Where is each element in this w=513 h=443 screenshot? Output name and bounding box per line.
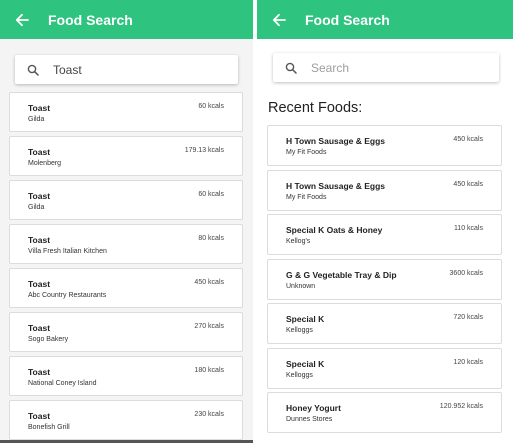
app-title: Food Search [305, 11, 390, 28]
food-source: Bonefish Grill [28, 424, 70, 431]
results-list: Toast Gilda 60 kcals Toast Molenberg 179… [9, 92, 243, 443]
arrow-left-icon[interactable] [271, 12, 287, 28]
food-source: Gilda [28, 116, 45, 123]
food-name: Toast [28, 279, 51, 289]
food-kcal: 179.13 kcals [184, 147, 224, 154]
food-source: Kellog's [286, 238, 311, 245]
food-name: G & G Vegetable Tray & Dip [286, 269, 397, 280]
search-box[interactable] [15, 55, 238, 84]
food-name: H Town Sausage & Eggs [286, 136, 386, 146]
result-item[interactable]: Toast Villa Fresh Italian Kitchen 80 kca… [9, 224, 243, 264]
food-name: Toast [28, 103, 51, 113]
recent-item[interactable]: H Town Sausage & Eggs My Fit Foods 450 k… [267, 125, 502, 166]
food-source: My Fit Foods [286, 149, 327, 156]
recent-item[interactable]: H Town Sausage & Eggs My Fit Foods 450 k… [267, 169, 502, 211]
food-kcal: 720 kcals [453, 314, 483, 321]
recent-foods-list: H Town Sausage & Eggs My Fit Foods 450 k… [267, 125, 502, 437]
food-source: Molenberg [28, 160, 62, 167]
food-kcal: 180 kcals [194, 367, 224, 374]
food-name: Special K Oats & Honey [286, 225, 383, 235]
food-source: Kelloggs [286, 327, 313, 334]
recent-item[interactable]: Special K Kelloggs 120 kcals [267, 347, 502, 389]
food-name: Special K [286, 358, 325, 369]
food-name: Toast [28, 235, 51, 245]
food-source: Villa Fresh Italian Kitchen [28, 248, 107, 255]
food-kcal: 120 kcals [453, 358, 483, 366]
search-icon [285, 62, 297, 74]
food-kcal: 270 kcals [194, 323, 224, 330]
result-item[interactable]: Toast Molenberg 179.13 kcals [9, 136, 243, 176]
food-name: Toast [28, 147, 51, 157]
food-source: Gilda [28, 204, 45, 211]
app-title: Food Search [48, 11, 133, 28]
food-kcal: 450 kcals [453, 180, 483, 188]
recent-item[interactable]: Special K Kelloggs 720 kcals [267, 303, 502, 344]
food-name: H Town Sausage & Eggs [286, 180, 386, 191]
food-source: My Fit Foods [286, 193, 327, 201]
result-item[interactable]: Toast National Coney Island 180 kcals [9, 356, 243, 396]
search-container [257, 39, 513, 82]
food-kcal: 60 kcals [198, 191, 224, 198]
food-kcal: 60 kcals [198, 103, 224, 110]
food-kcal: 120.952 kcals [439, 403, 483, 410]
result-item[interactable]: Toast Gilda 60 kcals [9, 180, 243, 220]
food-name: Toast [28, 367, 51, 377]
arrow-left-icon[interactable] [14, 12, 30, 28]
food-kcal: 3600 kcals [449, 269, 483, 277]
food-source: Abc Country Restaurants [28, 292, 107, 299]
recent-item[interactable]: G & G Vegetable Tray & Dip Unknown 3600 … [267, 258, 502, 300]
result-item[interactable]: Toast Abc Country Restaurants 450 kcals [9, 268, 243, 308]
food-source: Kelloggs [286, 371, 313, 379]
search-container [0, 39, 253, 84]
food-kcal: 450 kcals [194, 279, 224, 286]
food-kcal: 230 kcals [194, 411, 224, 418]
search-input[interactable] [311, 60, 481, 75]
food-name: Special K [286, 314, 325, 324]
app-bar: Food Search [0, 0, 253, 39]
stage: Food Search Toast Gilda 60 kcals Toast M… [0, 0, 513, 443]
recent-item[interactable]: Special K Oats & Honey Kellog's 110 kcal… [267, 214, 502, 255]
food-source: Unknown [286, 282, 316, 290]
recent-item[interactable]: Honey Yogurt Dunnes Stores 120.952 kcals [267, 392, 502, 433]
food-source: Dunnes Stores [286, 416, 333, 423]
food-source: Sogo Bakery [28, 336, 69, 343]
food-search-recent-screen: Food Search Recent Foods: H Town Sausage… [257, 0, 513, 443]
search-icon [27, 64, 39, 76]
search-input[interactable] [53, 62, 223, 77]
food-name: Toast [28, 191, 51, 201]
food-search-results-screen: Food Search Toast Gilda 60 kcals Toast M… [0, 0, 253, 443]
food-name: Toast [28, 411, 51, 421]
search-box[interactable] [273, 53, 499, 82]
food-source: National Coney Island [28, 380, 97, 387]
food-kcal: 110 kcals [453, 225, 483, 232]
food-name: Toast [28, 323, 51, 333]
food-kcal: 450 kcals [453, 136, 483, 143]
food-kcal: 80 kcals [198, 235, 224, 242]
result-item[interactable]: Toast Sogo Bakery 270 kcals [9, 312, 243, 352]
result-item[interactable]: Toast Bonefish Grill 230 kcals [9, 400, 243, 440]
app-bar: Food Search [257, 0, 513, 39]
food-name: Honey Yogurt [286, 403, 341, 413]
result-item[interactable]: Toast Gilda 60 kcals [9, 92, 243, 132]
recent-foods-heading: Recent Foods: [268, 100, 363, 116]
